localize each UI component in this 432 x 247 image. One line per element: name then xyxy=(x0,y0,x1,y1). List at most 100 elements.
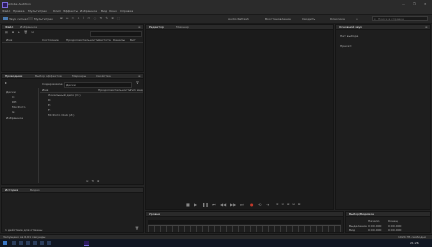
history-panel: История Видео 1 действие для отмены 🗑 xyxy=(1,187,144,233)
taskbar-app-icons[interactable] xyxy=(12,241,52,245)
multitrack-mode-button[interactable]: Мультитрек xyxy=(34,17,53,21)
record-button[interactable]: ● xyxy=(250,202,254,207)
tree-de[interactable]: DE: xyxy=(12,100,17,104)
media-filter-icon[interactable]: ⊽ xyxy=(136,80,139,85)
row-view-start[interactable]: 0:00.000 xyxy=(368,228,381,232)
col-media-duration[interactable]: Продолжительность xyxy=(98,88,131,92)
media-zoom-icons[interactable]: ⊖ ⟲ ⊕ xyxy=(86,179,100,184)
audition-taskbar-icon[interactable] xyxy=(84,241,89,246)
workspace-restore[interactable]: Восстановление xyxy=(265,17,291,21)
window-title: Adobe Audition xyxy=(8,2,31,6)
start-icon[interactable] xyxy=(3,241,7,245)
col-state[interactable]: Состояние xyxy=(42,38,59,42)
col-media-type[interactable]: Тип мед xyxy=(130,88,143,92)
col-channels[interactable]: Каналы xyxy=(113,38,125,42)
forward-button[interactable]: ▶▶ xyxy=(230,202,236,207)
tree-photo[interactable]: Ми Фото xyxy=(12,105,26,109)
essential-sound-panel: Основной звук ≡ Нет выбора Пресет: xyxy=(335,24,431,210)
menu-window[interactable]: Окно xyxy=(109,9,117,13)
row-view-end[interactable]: 0:00.000 xyxy=(388,228,401,232)
menu-help[interactable]: Справка xyxy=(120,9,133,13)
menu-effects[interactable]: Эффекты xyxy=(63,9,78,13)
workspace-more-icon[interactable]: » xyxy=(356,17,358,21)
waveform-mode-button[interactable]: Звук сигнала xyxy=(9,17,30,21)
tree-c[interactable]: C: xyxy=(12,95,15,99)
menu-bar: Файл Правка Мультитрек Клип Эффекты Избр… xyxy=(0,8,432,15)
col-name[interactable]: Имя xyxy=(6,38,12,42)
history-trash-icon[interactable]: 🗑 xyxy=(135,226,139,231)
workspace-classic[interactable]: Классика xyxy=(330,17,345,21)
zoom-icons[interactable]: ⊕ ⊖ ⊞ ⊟ ⊠ xyxy=(276,202,301,207)
selection-view-header: Выбор/Видимое xyxy=(346,212,430,217)
tab-markers[interactable]: Маркеры xyxy=(72,74,86,79)
tab-selection-view[interactable]: Выбор/Видимое xyxy=(349,212,374,217)
tree-drives[interactable]: Диски xyxy=(6,90,16,94)
history-status: 1 действие для отмены xyxy=(5,228,43,232)
selection-view-panel: Выбор/Видимое Начало Конец Выделение 0:0… xyxy=(345,211,431,233)
panel-menu-icon[interactable]: ≡ xyxy=(138,74,141,79)
help-search-input[interactable]: ⌕ Поиск в справке xyxy=(372,16,428,21)
preset-label: Пресет: xyxy=(340,44,353,48)
transport-bar: ■ ▶ ❚❚ ⏮ ◀◀ ▶▶ ⏭ ● ⟲ ⇥ ⊕ ⊖ ⊞ ⊟ ⊠ xyxy=(186,202,306,208)
tree-favorites[interactable]: Избранное xyxy=(6,116,23,120)
files-panel: Файл Избранное ≡ ▤ ⊞ ▸ 🗑 ⊡ Имя Состояние… xyxy=(1,24,144,72)
menu-favorites[interactable]: Избранное xyxy=(80,9,97,13)
essential-sound-header: Основной звук ≡ xyxy=(336,25,430,30)
workspace-audio-refresh[interactable]: Audio Refresh xyxy=(228,17,249,21)
editor-panel: Редактор Микшер ■ ▶ ❚❚ ⏮ ◀◀ ▶▶ ⏭ ● ⟲ ⇥ ⊕… xyxy=(145,24,334,210)
panel-menu-icon[interactable]: ≡ xyxy=(425,25,428,30)
close-button[interactable]: ✕ xyxy=(424,2,427,6)
maximize-button[interactable]: ❐ xyxy=(413,2,416,6)
tab-history[interactable]: История xyxy=(5,188,18,193)
list-item[interactable]: Локальный диск (C:) xyxy=(48,93,81,97)
col-end: Конец xyxy=(388,219,398,223)
os-taskbar: 21:26 xyxy=(0,239,432,247)
rewind-start-button[interactable]: ⏮ xyxy=(212,202,216,207)
list-item[interactable]: D: xyxy=(48,98,51,102)
media-play-icon[interactable]: ▸ xyxy=(5,80,7,85)
tree-g[interactable]: G: xyxy=(12,110,15,114)
tab-mixer[interactable]: Микшер xyxy=(176,25,189,30)
list-item[interactable]: Mi Фото Club (Z:) xyxy=(48,113,74,117)
workspace-mix[interactable]: Сводить xyxy=(302,17,315,21)
waveform-mode-icon[interactable] xyxy=(3,17,8,20)
forward-end-button[interactable]: ⏭ xyxy=(240,202,244,207)
tab-levels[interactable]: Уровни xyxy=(149,212,160,217)
pause-button[interactable]: ❚❚ xyxy=(202,202,209,207)
tab-properties[interactable]: Свойства xyxy=(96,74,111,79)
loop-button[interactable]: ⟲ xyxy=(258,202,261,207)
editor-panel-header: Редактор Микшер xyxy=(146,25,333,30)
col-duration[interactable]: Продолжительность xyxy=(66,38,99,42)
tab-effects-rack[interactable]: Выбор эффектов xyxy=(35,74,62,79)
stop-button[interactable]: ■ xyxy=(186,202,190,207)
rewind-button[interactable]: ◀◀ xyxy=(220,202,226,207)
title-bar: Adobe Audition — ❐ ✕ xyxy=(0,0,432,8)
col-bits[interactable]: Бит xyxy=(130,38,136,42)
tab-editor[interactable]: Редактор xyxy=(149,25,164,30)
tool-icons[interactable]: ⊞ ↔ ✂ ⌖ ⌇ ▭ ◌ ⟲ ✎ ⊕ ⬚ xyxy=(60,16,121,21)
menu-view[interactable]: Вид xyxy=(101,9,107,13)
levels-header: Уровни xyxy=(146,212,343,217)
list-item[interactable]: F: xyxy=(48,108,51,112)
files-toolbar-icons[interactable]: ▤ ⊞ ▸ 🗑 ⊡ xyxy=(5,30,36,35)
media-location-value: Диски xyxy=(66,83,76,87)
menu-file[interactable]: Файл xyxy=(2,9,10,13)
menu-edit[interactable]: Правка xyxy=(13,9,24,13)
list-item[interactable]: E: xyxy=(48,103,51,107)
skip-button[interactable]: ⇥ xyxy=(266,202,269,207)
panel-menu-icon[interactable]: ≡ xyxy=(138,25,141,30)
col-rate[interactable]: Частота xyxy=(98,38,111,42)
level-ruler xyxy=(148,225,341,232)
minimize-button[interactable]: — xyxy=(402,2,405,6)
tab-essential-sound[interactable]: Основной звук xyxy=(339,25,362,30)
col-media-name[interactable]: Имя xyxy=(42,88,48,92)
tab-video[interactable]: Видео xyxy=(30,188,40,193)
multitrack-mode-icon[interactable] xyxy=(28,17,33,20)
levels-panel: Уровни xyxy=(145,211,344,233)
files-search-input[interactable] xyxy=(90,31,142,37)
help-search-placeholder: Поиск в справке xyxy=(378,17,404,21)
menu-multitrack[interactable]: Мультитрек xyxy=(28,9,47,13)
menu-clip[interactable]: Клип xyxy=(53,9,61,13)
play-button[interactable]: ▶ xyxy=(194,202,197,207)
tab-media-browser[interactable]: Проводник xyxy=(5,74,22,79)
